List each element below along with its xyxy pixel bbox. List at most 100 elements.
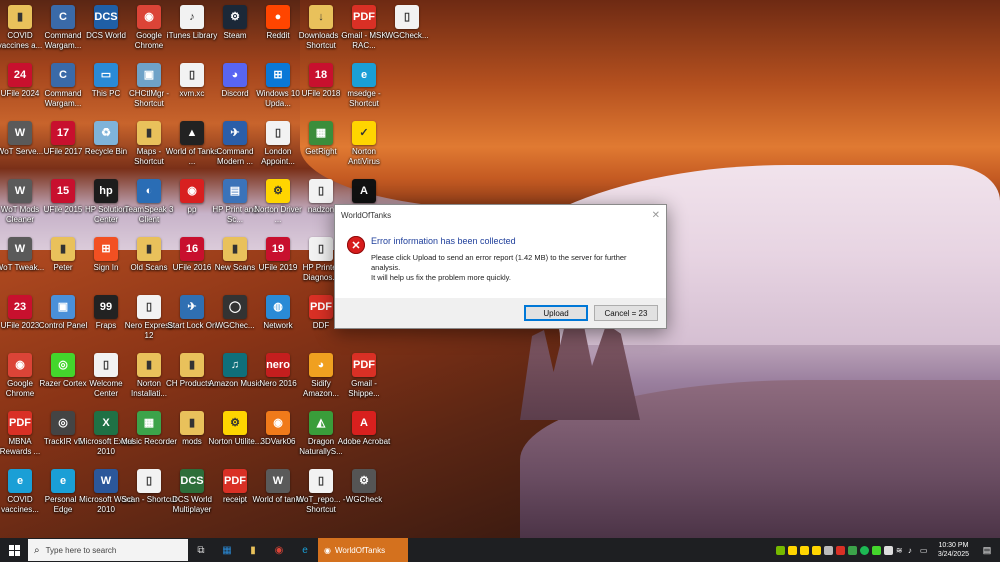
desktop-icon-image: 18 xyxy=(309,63,333,87)
tray-spotify-icon[interactable] xyxy=(859,545,869,555)
desktop-icon-image: PDF xyxy=(223,469,247,493)
desktop-icon[interactable]: e msedge - Shortcut xyxy=(336,59,392,109)
cancel-button[interactable]: Cancel = 23 xyxy=(594,305,658,321)
error-icon: ✕ xyxy=(347,236,365,254)
tray-generic-icon[interactable] xyxy=(823,545,833,555)
dialog-text: Error information has been collected Ple… xyxy=(371,233,654,299)
desktop-icon-image: ◎ xyxy=(51,411,75,435)
desktop-icon-image: ▮ xyxy=(180,411,204,435)
desktop-icon-image: ▣ xyxy=(51,295,75,319)
desktop-icon[interactable]: PDF Gmail - Shippe... xyxy=(336,349,392,399)
tray-cloud-icon[interactable] xyxy=(871,545,881,555)
taskbar-clock[interactable]: 10:30 PM 3/24/2025 xyxy=(938,541,969,559)
desktop-icon-image: PDF xyxy=(309,295,333,319)
desktop-icon-image: ▮ xyxy=(180,353,204,377)
desktop-icon[interactable]: ▯ WGCheck... xyxy=(379,1,435,41)
desktop-icon-image: ▮ xyxy=(8,5,32,29)
file-explorer-icon[interactable]: ▮ xyxy=(240,538,266,562)
desktop-icon-image: ⊞ xyxy=(94,237,118,261)
notification-icon[interactable]: ▤ xyxy=(980,543,994,557)
desktop-icon-image: PDF xyxy=(8,411,32,435)
desktop-icon-image: W xyxy=(8,121,32,145)
desktop-icon-image: A xyxy=(352,411,376,435)
desktop-icon-image: 23 xyxy=(8,295,32,319)
desktop-icon-image: ▣ xyxy=(137,63,161,87)
close-icon[interactable]: ✕ xyxy=(652,210,660,221)
task-view-icon[interactable]: ⧉ xyxy=(188,538,214,562)
desktop-icon-image: ◉ xyxy=(180,179,204,203)
desktop-icon-image: ♫ xyxy=(223,353,247,377)
desktop-icon-image: ◕ xyxy=(309,353,333,377)
desktop-icon[interactable]: A Adobe Acrobat xyxy=(336,407,392,447)
desktop-icon-image: PDF xyxy=(352,5,376,29)
desktop-icon-image: W xyxy=(94,469,118,493)
taskbar-search-box[interactable]: ⌕ Type here to search xyxy=(28,539,188,561)
dialog-title: WorldOfTanks xyxy=(341,210,392,220)
desktop-icon-image: ▮ xyxy=(137,353,161,377)
worldoftanks-app-icon: ◉ xyxy=(324,545,331,555)
tray-onedrive-icon[interactable] xyxy=(883,545,893,555)
desktop-icon[interactable]: A xyxy=(336,175,392,205)
desktop-icon-image: ↓ xyxy=(309,5,333,29)
desktop-icon-image: DCS xyxy=(180,469,204,493)
desktop-icon-image: ♻ xyxy=(94,121,118,145)
desktop-icon-image: ▮ xyxy=(137,121,161,145)
desktop-icon-image: ▦ xyxy=(137,411,161,435)
desktop-icon-image: ✓ xyxy=(352,121,376,145)
desktop-icon-image: ▮ xyxy=(137,237,161,261)
taskbar-app-worldoftanks[interactable]: ◉ WorldOfTanks xyxy=(318,538,408,562)
desktop-icon-image: ▦ xyxy=(309,121,333,145)
desktop-icon-image: ▯ xyxy=(180,63,204,87)
desktop-icon-image: 99 xyxy=(94,295,118,319)
tray-norton-icon[interactable] xyxy=(787,545,797,555)
desktop-icon-image: C xyxy=(51,63,75,87)
tray-norton2-icon[interactable] xyxy=(799,545,809,555)
volume-icon[interactable]: ♪ xyxy=(908,546,917,555)
desktop-icon-image: ◐ xyxy=(137,179,161,203)
start-button[interactable] xyxy=(0,538,28,562)
desktop-icon-image: ▮ xyxy=(51,237,75,261)
desktop-icon-image: ⊞ xyxy=(266,63,290,87)
desktop-icon-image: W xyxy=(266,469,290,493)
desktop-icon-image: C xyxy=(51,5,75,29)
desktop-icon-image: X xyxy=(94,411,118,435)
chrome-icon[interactable]: ◉ xyxy=(266,538,292,562)
search-placeholder: Type here to search xyxy=(45,545,117,555)
desktop-icon[interactable]: ⚙ WGCheck xyxy=(336,465,392,505)
desktop-icon-image: ▮ xyxy=(223,237,247,261)
desktop-icon-image: ◯ xyxy=(223,295,247,319)
desktop-icon-label: WGCheck... xyxy=(385,31,429,40)
desktop-icon-image: ▯ xyxy=(395,5,419,29)
taskbar-app-label: WorldOfTanks xyxy=(334,545,386,555)
desktop-icon-image: ▯ xyxy=(309,237,333,261)
desktop-icon-image: ● xyxy=(266,5,290,29)
dialog-message-2: It will help us fix the problem more qui… xyxy=(371,273,511,282)
desktop-icon-image: 15 xyxy=(51,179,75,203)
dialog-body: ✕ Error information has been collected P… xyxy=(335,225,666,299)
desktop-icon-image: ▯ xyxy=(309,179,333,203)
desktop-icon-image: ⚙ xyxy=(266,179,290,203)
desktop-icon-label: WGCheck xyxy=(345,495,383,504)
clock-time: 10:30 PM xyxy=(938,542,969,549)
tray-nvidia-icon[interactable] xyxy=(775,545,785,555)
desktop-icon-image: ▯ xyxy=(309,469,333,493)
desktop-icon-image: e xyxy=(51,469,75,493)
desktop-icon-image: ✈ xyxy=(180,295,204,319)
battery-icon[interactable]: ▭ xyxy=(920,546,929,555)
edge-icon[interactable]: e xyxy=(292,538,318,562)
desktop-icon[interactable]: ✓ Norton AntiVirus xyxy=(336,117,392,167)
tray-red-icon[interactable] xyxy=(835,545,845,555)
desktop-icon-image: e xyxy=(8,469,32,493)
tray-app-icon[interactable] xyxy=(811,545,821,555)
tray-green-icon[interactable] xyxy=(847,545,857,555)
desktop-icon-image: ◕ xyxy=(223,63,247,87)
desktop-icon-image: ◎ xyxy=(51,353,75,377)
desktop-icon-image: A xyxy=(352,179,376,203)
wifi-icon[interactable]: ≋ xyxy=(896,546,905,555)
dialog-titlebar[interactable]: WorldOfTanks ✕ xyxy=(335,205,666,225)
desktop-icon-image: W xyxy=(8,179,32,203)
upload-button[interactable]: Upload xyxy=(524,305,588,321)
store-icon[interactable]: ▦ xyxy=(214,538,240,562)
desktop-icon-image: ◉ xyxy=(137,5,161,29)
desktop-icon-image: ⚙ xyxy=(223,411,247,435)
